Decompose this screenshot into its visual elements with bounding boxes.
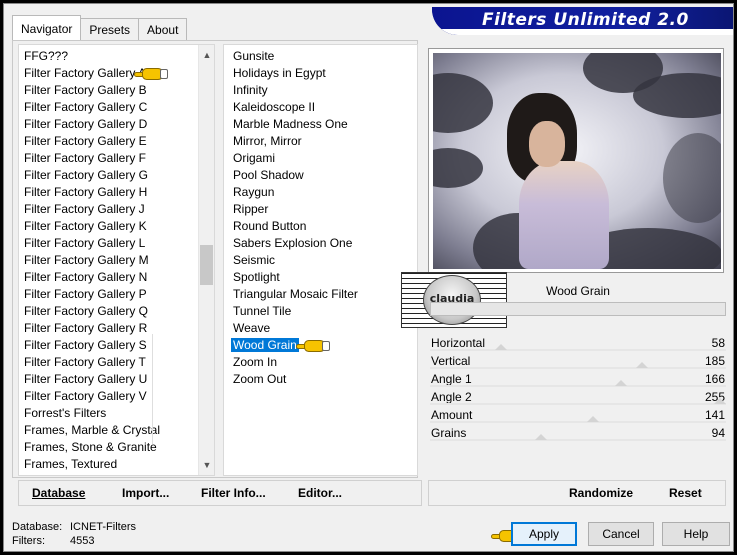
category-item[interactable]: Filter Factory Gallery L bbox=[24, 235, 160, 252]
filter-name-divider bbox=[430, 302, 726, 316]
filter-info-button[interactable]: Filter Info... bbox=[201, 486, 266, 500]
filters-count-value: 4553 bbox=[70, 535, 95, 547]
category-item[interactable]: Filter Factory Gallery V bbox=[24, 388, 160, 405]
reset-button[interactable]: Reset bbox=[669, 486, 702, 500]
tab-strip: Navigator Presets About bbox=[12, 15, 188, 40]
filter-item[interactable]: Sabers Explosion One bbox=[233, 235, 358, 252]
category-item[interactable]: FFG??? bbox=[24, 48, 160, 65]
filters-count-label: Filters: bbox=[12, 535, 45, 547]
param-row[interactable]: Horizontal 58 bbox=[430, 334, 726, 352]
category-item[interactable]: Filter Factory Gallery G bbox=[24, 167, 160, 184]
category-list[interactable]: FFG??? Filter Factory Gallery A Filter Fac… bbox=[18, 44, 215, 476]
filter-list[interactable]: Gunsite Holidays in Egypt Infinity Kaleidos… bbox=[223, 44, 418, 476]
filter-item[interactable]: Weave bbox=[233, 320, 358, 337]
param-row[interactable]: Angle 2 255 bbox=[430, 388, 726, 406]
category-item[interactable]: Frames, Marble & Crystal bbox=[24, 422, 160, 439]
title-banner: Filters Unlimited 2.0 bbox=[432, 7, 733, 35]
category-item[interactable]: Filter Factory Gallery D bbox=[24, 116, 160, 133]
database-label: Database: bbox=[12, 521, 63, 533]
param-slider[interactable] bbox=[430, 421, 726, 423]
filter-item[interactable]: Ripper bbox=[233, 201, 358, 218]
filter-item[interactable]: Pool Shadow bbox=[233, 167, 358, 184]
filter-item[interactable]: Triangular Mosaic Filter bbox=[233, 286, 358, 303]
category-item[interactable]: Filter Factory Gallery F bbox=[24, 150, 160, 167]
filter-item[interactable]: Marble Madness One bbox=[233, 116, 358, 133]
category-item[interactable]: Filter Factory Gallery Q bbox=[24, 303, 160, 320]
slider-notch-icon[interactable] bbox=[714, 398, 726, 404]
filter-item[interactable]: Raygun bbox=[233, 184, 358, 201]
filter-item[interactable]: Round Button bbox=[233, 218, 358, 235]
filter-item[interactable]: Spotlight bbox=[233, 269, 358, 286]
category-item[interactable]: Filter Factory Gallery J bbox=[24, 201, 160, 218]
param-slider[interactable] bbox=[430, 385, 726, 387]
preview-pane bbox=[428, 48, 724, 273]
category-scrollbar[interactable]: ▲ ▼ bbox=[198, 45, 214, 475]
tab-presets[interactable]: Presets bbox=[80, 18, 140, 40]
param-row[interactable]: Vertical 185 bbox=[430, 352, 726, 370]
pointing-hand-icon bbox=[134, 66, 168, 82]
category-item[interactable]: Filter Factory Gallery M bbox=[24, 252, 160, 269]
import-button[interactable]: Import... bbox=[122, 486, 169, 500]
category-item[interactable]: Filter Factory Gallery C bbox=[24, 99, 160, 116]
preview-image bbox=[433, 53, 721, 269]
param-slider[interactable] bbox=[430, 349, 726, 351]
category-item[interactable]: Frames, Textured bbox=[24, 456, 160, 473]
scroll-thumb[interactable] bbox=[200, 245, 213, 285]
filter-item[interactable]: Infinity bbox=[233, 82, 358, 99]
database-value: ICNET-Filters bbox=[70, 521, 136, 533]
param-slider[interactable] bbox=[430, 439, 726, 441]
filter-item[interactable]: Mirror, Mirror bbox=[233, 133, 358, 150]
category-item[interactable]: Filter Factory Gallery T bbox=[24, 354, 160, 371]
filter-item[interactable]: Seismic bbox=[233, 252, 358, 269]
scroll-down-icon[interactable]: ▼ bbox=[199, 457, 214, 473]
randomize-button[interactable]: Randomize bbox=[569, 486, 633, 500]
category-item[interactable]: Filter Factory Gallery H bbox=[24, 184, 160, 201]
slider-notch-icon[interactable] bbox=[495, 344, 507, 350]
filter-item[interactable]: Tunnel Tile bbox=[233, 303, 358, 320]
category-item[interactable]: Filter Factory Gallery K bbox=[24, 218, 160, 235]
param-row[interactable]: Amount 141 bbox=[430, 406, 726, 424]
selected-filter-name: Wood Grain bbox=[546, 284, 610, 298]
filter-item[interactable]: Gunsite bbox=[233, 48, 358, 65]
filter-item[interactable]: Zoom Out bbox=[233, 371, 358, 388]
parameter-list: Horizontal 58 Vertical 185 Angle 1 166 Angle 2… bbox=[430, 334, 726, 442]
category-item[interactable]: Filter Factory Gallery B bbox=[24, 82, 160, 99]
filter-item[interactable]: Kaleidoscope II bbox=[233, 99, 358, 116]
filters-unlimited-window: Navigator Presets About Filters Unlimite… bbox=[3, 3, 734, 552]
param-slider[interactable] bbox=[430, 403, 726, 405]
tab-about[interactable]: About bbox=[138, 18, 188, 40]
filter-item[interactable]: Holidays in Egypt bbox=[233, 65, 358, 82]
category-item[interactable]: Filter Factory Gallery R bbox=[24, 320, 160, 337]
help-button[interactable]: Help bbox=[662, 522, 730, 546]
param-row[interactable]: Grains 94 bbox=[430, 424, 726, 442]
tab-navigator[interactable]: Navigator bbox=[12, 15, 82, 40]
database-button[interactable]: Database bbox=[32, 486, 85, 500]
category-item[interactable]: Filter Factory Gallery E bbox=[24, 133, 160, 150]
pointing-hand-icon bbox=[296, 338, 330, 354]
param-slider[interactable] bbox=[430, 367, 726, 369]
slider-notch-icon[interactable] bbox=[615, 380, 627, 386]
slider-notch-icon[interactable] bbox=[636, 362, 648, 368]
category-item[interactable]: Forrest's Filters bbox=[24, 405, 160, 422]
category-item[interactable]: Frames, Stone & Granite bbox=[24, 439, 160, 456]
status-area: Database: ICNET-Filters Filters: 4553 bbox=[12, 520, 136, 548]
scroll-up-icon[interactable]: ▲ bbox=[199, 47, 214, 63]
app-title: Filters Unlimited 2.0 bbox=[482, 10, 689, 30]
filter-item[interactable]: Origami bbox=[233, 150, 358, 167]
param-row[interactable]: Angle 1 166 bbox=[430, 370, 726, 388]
apply-button[interactable]: Apply bbox=[511, 522, 577, 546]
cancel-button[interactable]: Cancel bbox=[588, 522, 654, 546]
slider-notch-icon[interactable] bbox=[535, 434, 547, 440]
slider-notch-icon[interactable] bbox=[587, 416, 599, 422]
category-item[interactable]: Filter Factory Gallery S bbox=[24, 337, 160, 354]
category-item[interactable]: Filter Factory Gallery U bbox=[24, 371, 160, 388]
category-item[interactable]: Filter Factory Gallery P bbox=[24, 286, 160, 303]
filter-item[interactable]: Zoom In bbox=[233, 354, 358, 371]
category-item[interactable]: Filter Factory Gallery N bbox=[24, 269, 160, 286]
editor-button[interactable]: Editor... bbox=[298, 486, 342, 500]
